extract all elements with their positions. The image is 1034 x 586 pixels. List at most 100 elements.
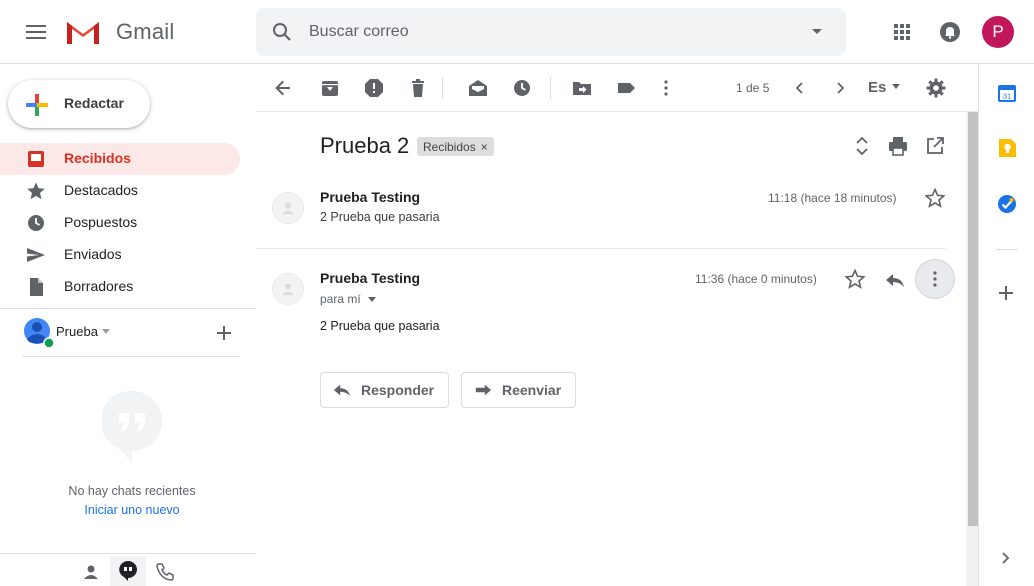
input-tools-button[interactable]: Es bbox=[868, 79, 886, 96]
message-time: 11:18 (hace 18 minutos) bbox=[768, 191, 897, 205]
gear-icon[interactable] bbox=[926, 78, 946, 98]
send-icon bbox=[27, 248, 45, 262]
open-new-window-icon[interactable] bbox=[925, 136, 945, 156]
chevron-right-icon[interactable] bbox=[832, 78, 848, 98]
sidebar-item-starred[interactable]: Destacados bbox=[0, 175, 240, 207]
gmail-m-icon bbox=[67, 22, 99, 44]
person-icon bbox=[282, 283, 294, 295]
mark-unread-icon[interactable] bbox=[468, 78, 488, 98]
move-to-icon[interactable] bbox=[572, 78, 592, 98]
sidebar-item-label: Destacados bbox=[64, 182, 138, 198]
expand-all-icon[interactable] bbox=[852, 136, 872, 156]
person-icon bbox=[282, 202, 294, 214]
print-icon[interactable] bbox=[888, 136, 908, 156]
sidebar-item-label: Enviados bbox=[64, 246, 122, 262]
chevron-down-icon[interactable] bbox=[102, 329, 110, 334]
delete-icon[interactable] bbox=[408, 78, 428, 98]
more-vert-icon[interactable] bbox=[656, 78, 676, 98]
compose-button[interactable]: Redactar bbox=[8, 80, 150, 128]
star-icon[interactable] bbox=[925, 188, 945, 208]
inbox-icon bbox=[28, 151, 44, 167]
contacts-tab-icon[interactable] bbox=[82, 563, 100, 581]
star-icon bbox=[27, 182, 45, 200]
hangouts-chat-icon bbox=[119, 561, 137, 581]
compose-plus-icon bbox=[26, 94, 48, 116]
clock-icon bbox=[28, 215, 44, 231]
search-bar[interactable]: Buscar correo bbox=[256, 8, 846, 56]
toolbar-separator bbox=[550, 77, 551, 99]
label-chip-text: Recibidos bbox=[423, 139, 476, 154]
sidebar-item-inbox[interactable]: Recibidos bbox=[0, 143, 240, 175]
hangouts-divider bbox=[22, 356, 240, 357]
message-divider bbox=[256, 248, 946, 249]
phone-tab-icon[interactable] bbox=[156, 563, 174, 581]
chevron-down-icon[interactable] bbox=[892, 84, 900, 89]
recipient-details[interactable]: para mí bbox=[320, 292, 361, 306]
hangouts-quote-icon bbox=[102, 391, 162, 463]
search-input[interactable]: Buscar correo bbox=[309, 23, 409, 41]
star-icon[interactable] bbox=[845, 269, 865, 289]
start-new-chat-link[interactable]: Iniciar uno nuevo bbox=[0, 503, 264, 517]
message-toolbar: 1 de 5 Es bbox=[256, 64, 978, 112]
tasks-icon[interactable] bbox=[996, 193, 1018, 215]
back-arrow-icon[interactable] bbox=[273, 78, 293, 98]
calendar-icon[interactable]: 31 bbox=[996, 82, 1018, 104]
search-icon[interactable] bbox=[270, 20, 294, 44]
message-more-button[interactable] bbox=[915, 259, 955, 299]
sidebar-divider bbox=[0, 308, 256, 309]
snooze-icon[interactable] bbox=[512, 78, 532, 98]
notifications-icon[interactable] bbox=[936, 18, 964, 46]
hangouts-user-avatar-icon[interactable] bbox=[22, 317, 54, 349]
main-menu-icon[interactable] bbox=[20, 16, 52, 48]
message-sender[interactable]: Prueba Testing bbox=[320, 189, 420, 205]
inbox-label-chip: Recibidos × bbox=[417, 137, 494, 156]
scrollbar-thumb[interactable] bbox=[968, 112, 978, 526]
thread-subject: Prueba 2 bbox=[320, 133, 410, 158]
sender-avatar bbox=[272, 273, 304, 305]
forward-button[interactable]: Reenviar bbox=[461, 372, 576, 408]
archive-icon[interactable] bbox=[320, 78, 340, 98]
page-count: 1 de 5 bbox=[736, 81, 770, 95]
reply-label: Responder bbox=[361, 382, 435, 398]
sidebar-item-drafts[interactable]: Borradores bbox=[0, 271, 240, 303]
sidebar-item-snoozed[interactable]: Pospuestos bbox=[0, 207, 240, 239]
message-time: 11:36 (hace 0 minutos) bbox=[695, 272, 817, 286]
side-panel-divider bbox=[996, 249, 1018, 250]
reply-button[interactable]: Responder bbox=[320, 372, 449, 408]
apps-grid-icon[interactable] bbox=[888, 18, 916, 46]
add-addon-icon[interactable] bbox=[998, 285, 1014, 301]
sidebar-item-label: Recibidos bbox=[64, 150, 131, 166]
hangouts-user-name[interactable]: Prueba bbox=[56, 324, 98, 339]
sender-avatar bbox=[272, 192, 304, 224]
hangouts-tab[interactable] bbox=[110, 556, 146, 586]
no-chats-text: No hay chats recientes bbox=[68, 484, 196, 498]
sidebar-item-sent[interactable]: Enviados bbox=[0, 239, 240, 271]
reply-icon bbox=[333, 384, 351, 397]
label-icon[interactable] bbox=[616, 78, 636, 98]
more-vert-icon bbox=[933, 271, 937, 287]
toolbar-separator bbox=[442, 77, 443, 99]
chevron-down-icon[interactable] bbox=[368, 297, 376, 302]
compose-label: Redactar bbox=[64, 95, 124, 111]
top-header: Gmail Buscar correo P bbox=[0, 0, 1034, 64]
file-icon bbox=[30, 278, 43, 296]
message-sender[interactable]: Prueba Testing bbox=[320, 270, 420, 286]
keep-notes-icon[interactable] bbox=[996, 137, 1018, 159]
remove-label-icon[interactable]: × bbox=[481, 140, 488, 154]
chevron-right-icon[interactable] bbox=[1000, 550, 1012, 566]
sidebar-item-label: Pospuestos bbox=[64, 214, 138, 230]
forward-icon bbox=[475, 384, 492, 396]
forward-label: Reenviar bbox=[502, 382, 562, 398]
report-spam-icon[interactable] bbox=[364, 78, 384, 98]
gmail-logo[interactable]: Gmail bbox=[64, 16, 174, 48]
gmail-wordmark: Gmail bbox=[116, 19, 175, 44]
message-snippet[interactable]: 2 Prueba que pasaria bbox=[320, 210, 440, 224]
svg-text:31: 31 bbox=[1003, 92, 1011, 101]
account-avatar[interactable]: P bbox=[982, 16, 1014, 48]
chevron-left-icon[interactable] bbox=[792, 78, 808, 98]
new-conversation-icon[interactable] bbox=[216, 325, 232, 341]
search-options-icon[interactable] bbox=[810, 27, 824, 37]
reply-icon[interactable] bbox=[885, 270, 905, 290]
sidebar-item-label: Borradores bbox=[64, 278, 134, 294]
sidebar-bottom-divider bbox=[0, 553, 256, 554]
